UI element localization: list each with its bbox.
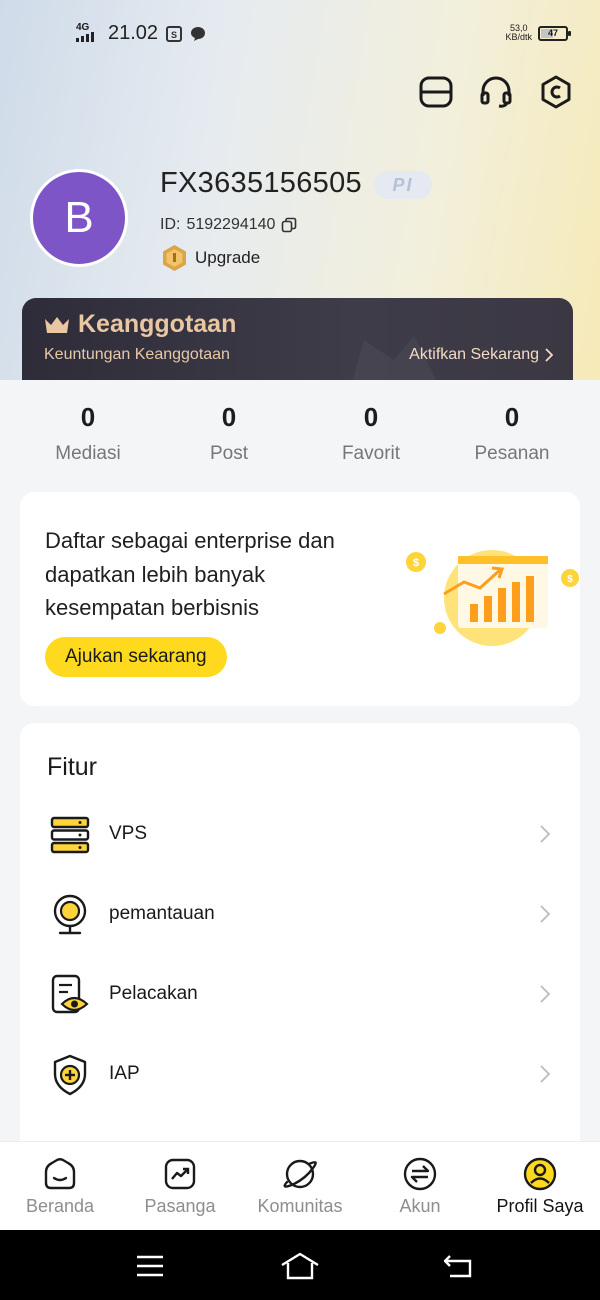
activate-now-link[interactable]: Aktifkan Sekarang — [409, 346, 553, 364]
back-icon[interactable] — [438, 1250, 478, 1282]
bottom-navigation: Beranda Pasanga Komunitas Akun Profil Sa… — [0, 1141, 600, 1230]
stat-value: 0 — [363, 402, 379, 432]
user-id-value: 5192294140 — [186, 216, 276, 233]
svg-text:$: $ — [413, 557, 419, 569]
nav-beranda[interactable]: Beranda — [0, 1154, 120, 1217]
scan-icon[interactable] — [418, 72, 454, 112]
enterprise-card: Daftar sebagai enterprise dan dapatkan l… — [20, 492, 580, 706]
nav-label: Profil Saya — [496, 1196, 584, 1216]
status-bar: 4G 21.02 S 53,0 KB/dtk 47 — [0, 0, 600, 66]
feature-item-pelacakan[interactable]: Pelacakan — [20, 960, 580, 1030]
membership-title: Keanggotaan — [78, 310, 237, 338]
business-growth-illustration: $ $ — [406, 550, 579, 646]
stat-label: Favorit — [341, 443, 401, 464]
chevron-right-icon — [545, 348, 553, 362]
chevron-right-icon — [540, 905, 550, 923]
system-navigation-bar — [0, 1230, 600, 1300]
stat-label: Mediasi — [55, 443, 121, 464]
headset-icon[interactable] — [478, 72, 514, 112]
stat-label: Pesanan — [474, 443, 550, 464]
network-indicator: 4G — [76, 23, 100, 44]
feature-label: IAP — [109, 1063, 140, 1084]
server-icon — [48, 813, 92, 857]
home-button-icon[interactable] — [280, 1250, 320, 1282]
chat-bubble-icon — [191, 26, 206, 41]
stat-favorit[interactable]: 0 Favorit — [301, 402, 441, 465]
svg-text:S: S — [171, 30, 177, 40]
upgrade-medal-icon — [163, 245, 186, 271]
status-time: 21.02 — [108, 22, 159, 44]
stat-pesanan[interactable]: 0 Pesanan — [442, 402, 582, 465]
nav-label: Komunitas — [257, 1196, 343, 1216]
upgrade-button[interactable]: Upgrade — [161, 244, 260, 272]
stat-value: 0 — [504, 402, 520, 432]
home-icon — [0, 1154, 120, 1194]
copy-icon[interactable] — [281, 217, 297, 233]
nav-label: Pasanga — [144, 1196, 216, 1216]
profile-icon — [480, 1154, 600, 1194]
settings-icon[interactable] — [538, 72, 574, 112]
battery-indicator: 47 — [538, 25, 571, 41]
stat-post[interactable]: 0 Post — [159, 402, 299, 465]
menu-icon[interactable] — [130, 1250, 170, 1282]
membership-subtitle: Keuntungan Keanggotaan — [44, 346, 230, 363]
feature-item-iap[interactable]: IAP — [20, 1040, 580, 1110]
transfer-icon — [360, 1154, 480, 1194]
webcam-icon — [48, 893, 92, 937]
planet-icon — [240, 1154, 360, 1194]
chart-icon — [120, 1154, 240, 1194]
upgrade-label: Upgrade — [195, 248, 261, 267]
avatar[interactable]: B — [30, 169, 128, 267]
feature-item-vps[interactable]: VPS — [20, 800, 580, 870]
stat-value: 0 — [221, 402, 237, 432]
nav-akun[interactable]: Akun — [360, 1154, 480, 1217]
svg-text:$: $ — [567, 574, 573, 585]
features-title: Fitur — [47, 753, 97, 781]
screenshot-icon: S — [166, 25, 183, 42]
nav-label: Akun — [399, 1196, 441, 1216]
document-eye-icon — [48, 973, 92, 1017]
shield-plus-icon — [48, 1053, 92, 1097]
user-id: ID: 5192294140 — [160, 216, 297, 234]
level-badge: PI — [374, 171, 432, 199]
crown-icon — [45, 316, 69, 333]
stat-mediasi[interactable]: 0 Mediasi — [18, 402, 158, 465]
feature-label: Pelacakan — [109, 983, 198, 1004]
stat-label: Post — [209, 443, 249, 464]
nav-label: Beranda — [25, 1196, 95, 1216]
nav-komunitas[interactable]: Komunitas — [240, 1154, 360, 1217]
username: FX3635156505 — [160, 167, 362, 199]
feature-item-pemantauan[interactable]: pemantauan — [20, 880, 580, 950]
enterprise-text: Daftar sebagai enterprise dan dapatkan l… — [45, 528, 335, 620]
chevron-right-icon — [540, 825, 550, 843]
chevron-right-icon — [540, 1065, 550, 1083]
nav-profil-saya[interactable]: Profil Saya — [480, 1154, 600, 1217]
stat-value: 0 — [80, 402, 96, 432]
feature-label: VPS — [109, 823, 148, 844]
feature-label: pemantauan — [109, 903, 215, 924]
activate-now-label: Aktifkan Sekarang — [409, 346, 539, 363]
network-speed: 53,0 KB/dtk — [505, 23, 532, 42]
chevron-right-icon — [540, 985, 550, 1003]
user-id-label: ID: — [160, 216, 181, 233]
apply-now-button[interactable]: Ajukan sekarang — [45, 637, 227, 677]
membership-banner[interactable]: Keanggotaan Keuntungan Keanggotaan Aktif… — [22, 298, 573, 380]
nav-pasanga[interactable]: Pasanga — [120, 1154, 240, 1217]
features-card: Fitur VPS pemantauan Pelacakan IAP — [20, 723, 580, 1183]
stats-row: 0 Mediasi 0 Post 0 Favorit 0 Pesanan — [0, 380, 600, 490]
